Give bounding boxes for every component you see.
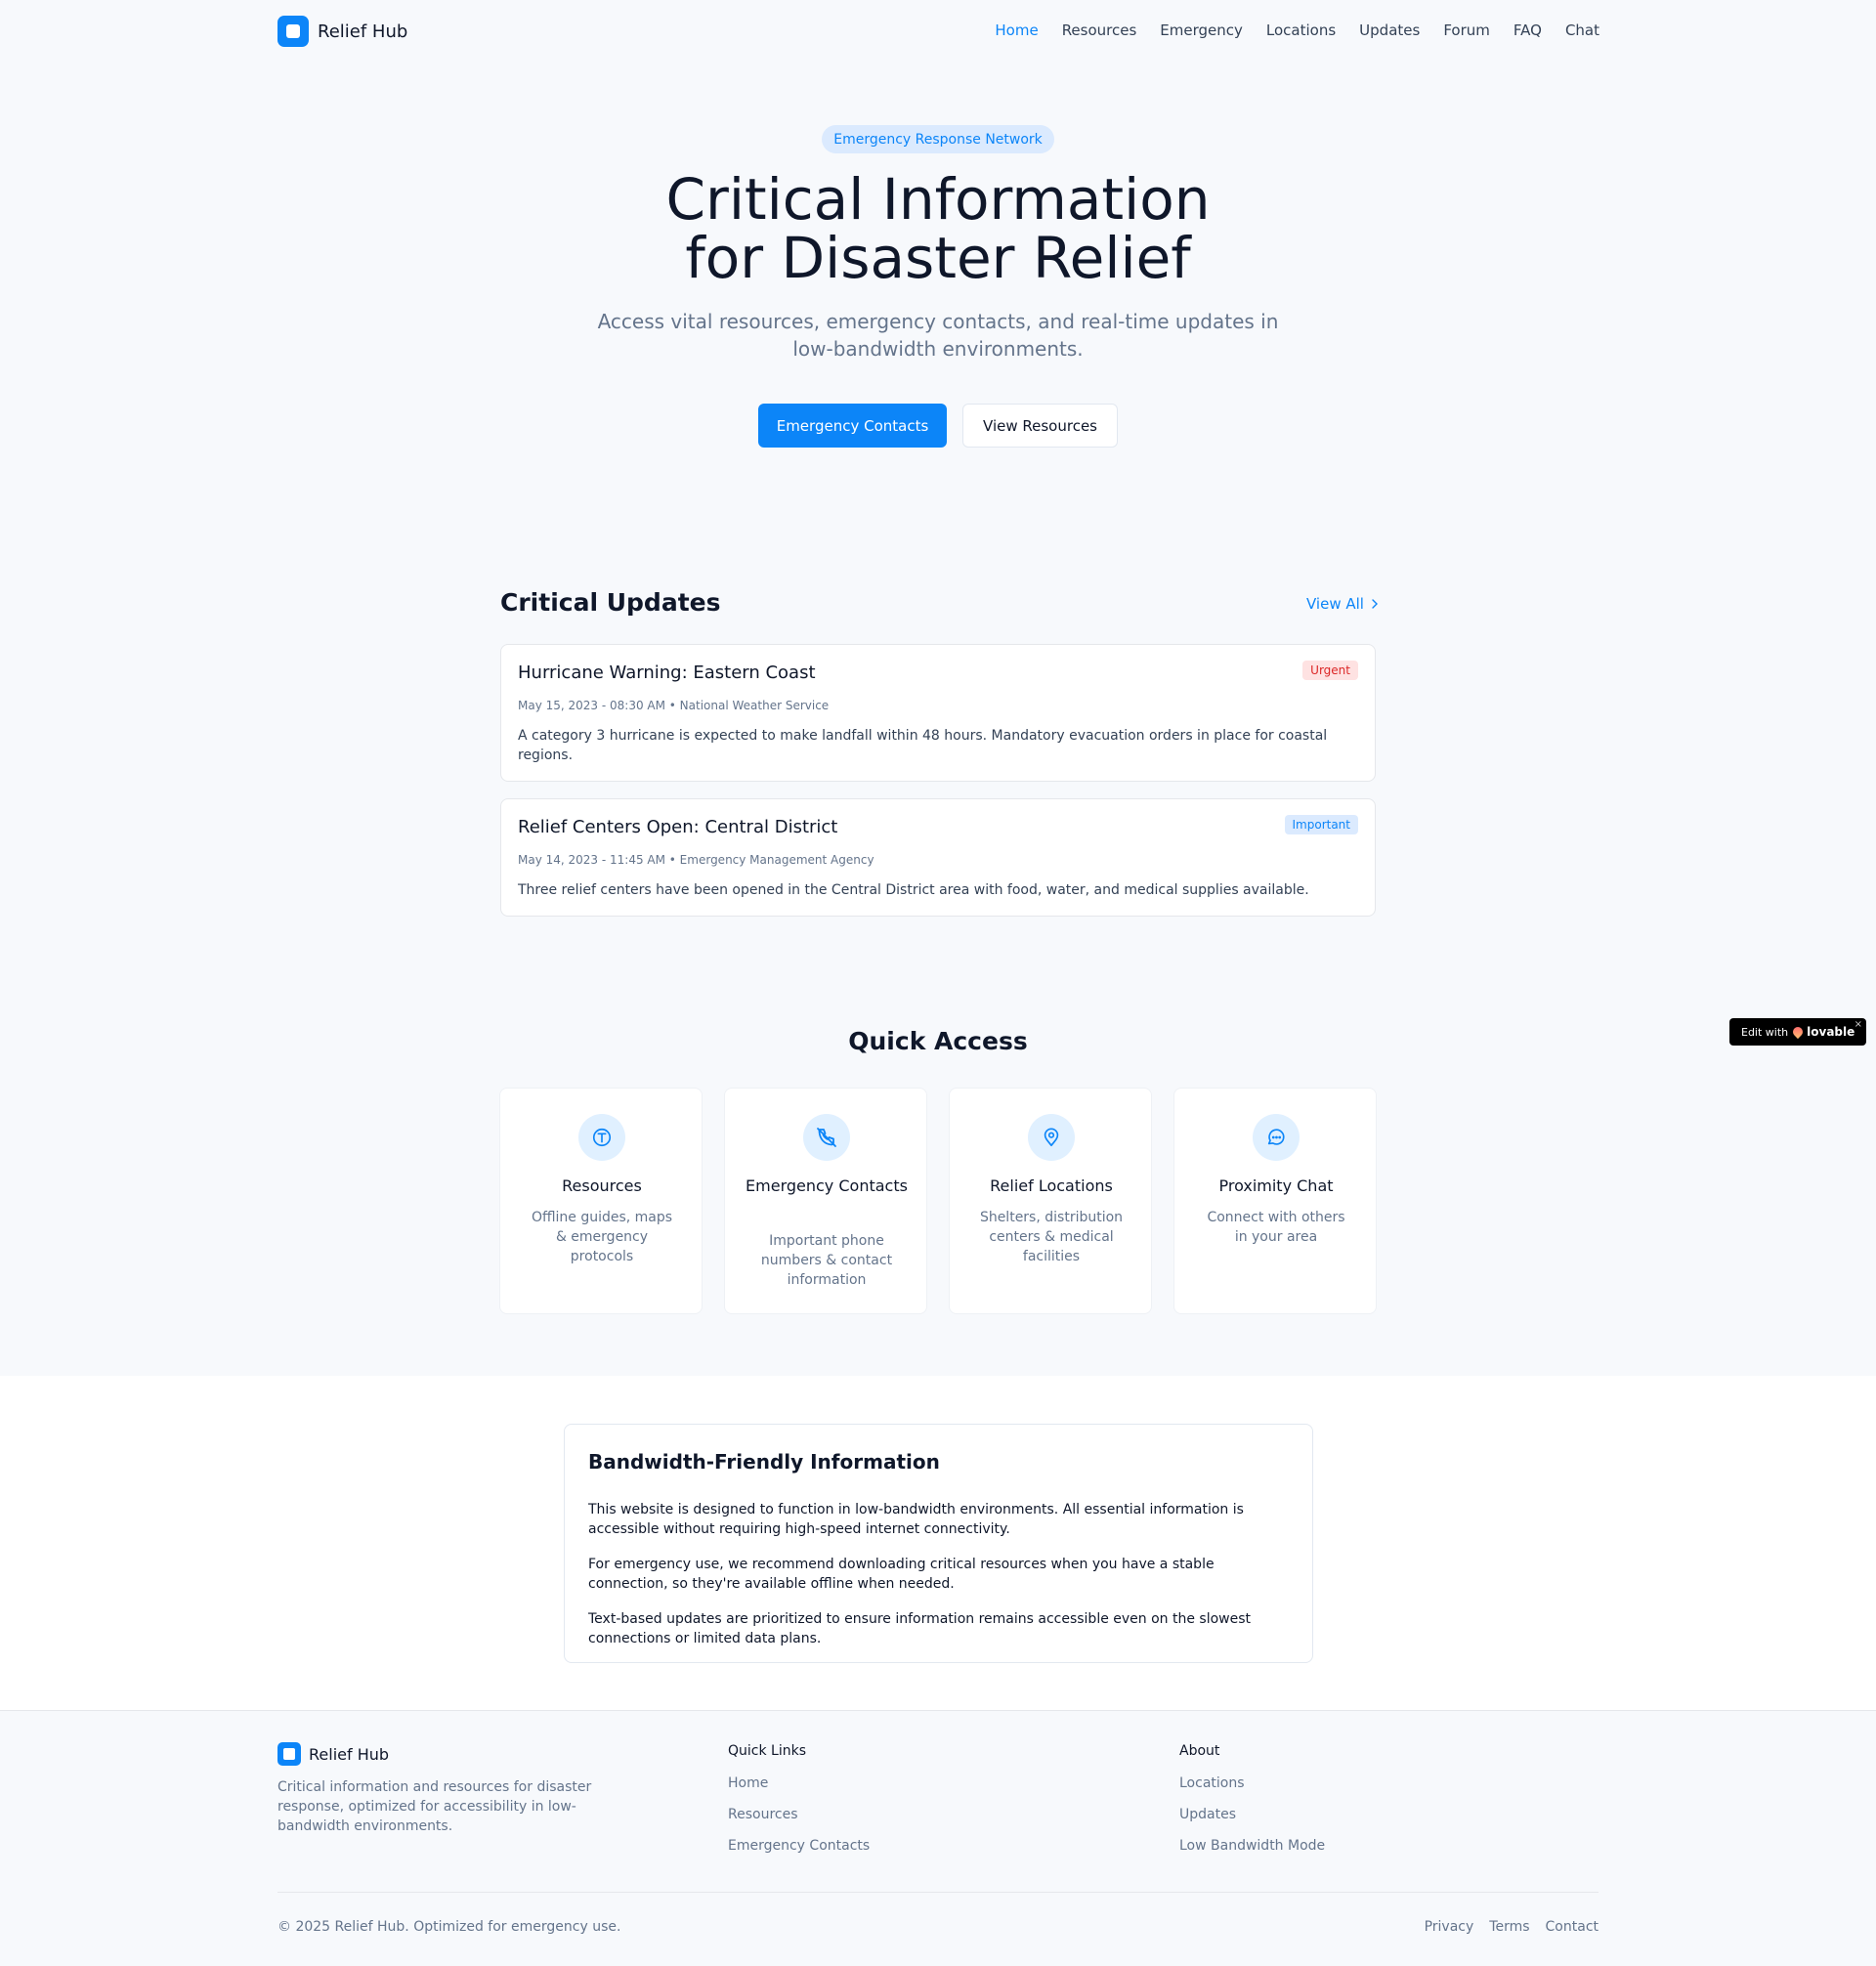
footer-copyright: © 2025 Relief Hub. Optimized for emergen…	[277, 1919, 621, 1935]
bandwidth-paragraph: This website is designed to function in …	[588, 1502, 1244, 1537]
lovable-brand: lovable	[1807, 1025, 1855, 1039]
info-book-icon	[578, 1114, 625, 1161]
quick-access-card-relief-locations[interactable]: Relief Locations Shelters, distribution …	[949, 1088, 1152, 1314]
update-meta: May 15, 2023 - 08:30 AM • National Weath…	[518, 699, 830, 712]
quick-access-card-resources[interactable]: Resources Offline guides, maps & emergen…	[499, 1088, 703, 1314]
nav-updates[interactable]: Updates	[1359, 21, 1420, 39]
heart-icon	[1791, 1024, 1806, 1040]
view-resources-button[interactable]: View Resources	[962, 404, 1118, 448]
update-card[interactable]: Relief Centers Open: Central District Im…	[500, 798, 1376, 917]
nav-forum[interactable]: Forum	[1443, 21, 1490, 39]
quick-access-card-emergency-contacts[interactable]: Emergency Contacts Important phone numbe…	[724, 1088, 927, 1314]
quick-access-card-title: Relief Locations	[990, 1176, 1113, 1195]
footer-link-home[interactable]: Home	[728, 1775, 768, 1791]
brand-name: Relief Hub	[318, 21, 408, 42]
map-pin-icon	[1028, 1114, 1075, 1161]
status-badge: Urgent	[1302, 661, 1358, 680]
footer-link-low-bandwidth-mode[interactable]: Low Bandwidth Mode	[1179, 1838, 1325, 1854]
lovable-prefix: Edit with	[1741, 1025, 1789, 1039]
bandwidth-card: Bandwidth-Friendly Information This webs…	[564, 1424, 1313, 1663]
view-all-link[interactable]: View All	[1306, 595, 1380, 613]
quick-access-card-title: Resources	[562, 1176, 642, 1195]
footer-link-terms[interactable]: Terms	[1489, 1919, 1529, 1935]
bandwidth-paragraph: Text-based updates are prioritized to en…	[588, 1611, 1252, 1646]
close-icon[interactable]: ×	[1855, 1019, 1862, 1030]
quick-access-card-desc: Offline guides, maps & emergency protoco…	[531, 1210, 673, 1264]
hero-title: Critical Information for Disaster Relief	[547, 170, 1329, 287]
quick-access-title: Quick Access	[848, 1027, 1028, 1055]
footer-link-privacy[interactable]: Privacy	[1425, 1919, 1474, 1935]
view-all-label: View All	[1306, 595, 1364, 613]
chevron-right-icon	[1372, 599, 1378, 609]
hero-badge: Emergency Response Network	[822, 125, 1054, 153]
footer-about-title: About	[1179, 1743, 1220, 1759]
footer-quick-links-title: Quick Links	[728, 1743, 807, 1759]
brand-logo[interactable]: Relief Hub	[277, 16, 407, 47]
footer-brand-logo[interactable]: Relief Hub	[277, 1742, 389, 1766]
quick-access-card-title: Emergency Contacts	[746, 1176, 908, 1195]
update-body: A category 3 hurricane is expected to ma…	[518, 728, 1328, 763]
nav-resources[interactable]: Resources	[1062, 21, 1137, 39]
site-header: Relief Hub Home Resources Emergency Loca…	[0, 0, 1876, 63]
footer-link-locations[interactable]: Locations	[1179, 1775, 1245, 1791]
nav-faq[interactable]: FAQ	[1514, 21, 1542, 39]
bandwidth-paragraph: For emergency use, we recommend download…	[588, 1557, 1215, 1592]
status-badge: Important	[1284, 815, 1358, 834]
phone-off-icon	[803, 1114, 850, 1161]
footer-divider	[277, 1892, 1599, 1893]
footer-link-contact[interactable]: Contact	[1546, 1919, 1599, 1935]
nav-chat[interactable]: Chat	[1565, 21, 1599, 39]
footer-link-resources[interactable]: Resources	[728, 1807, 798, 1822]
update-card[interactable]: Hurricane Warning: Eastern Coast Urgent …	[500, 644, 1376, 782]
nav-emergency[interactable]: Emergency	[1160, 21, 1243, 39]
quick-access-card-desc: Connect with others in your area	[1207, 1210, 1345, 1245]
logo-icon	[277, 16, 309, 47]
bandwidth-title: Bandwidth-Friendly Information	[588, 1450, 940, 1474]
nav-home[interactable]: Home	[995, 21, 1038, 39]
hero-subtitle: Access vital resources, emergency contac…	[597, 310, 1279, 361]
footer-legal-links: Privacy Terms Contact	[1425, 1919, 1599, 1935]
emergency-contacts-button[interactable]: Emergency Contacts	[758, 404, 947, 448]
footer-link-updates[interactable]: Updates	[1179, 1807, 1236, 1822]
critical-updates-title: Critical Updates	[500, 588, 721, 617]
logo-icon	[277, 1742, 301, 1766]
quick-access-card-desc: Important phone numbers & contact inform…	[760, 1233, 893, 1288]
quick-access-card-proximity-chat[interactable]: Proximity Chat Connect with others in yo…	[1173, 1088, 1377, 1314]
footer-brand-name: Relief Hub	[309, 1744, 390, 1764]
nav-locations[interactable]: Locations	[1266, 21, 1336, 39]
hero-title-line1: Critical Information	[665, 166, 1211, 233]
chat-bubble-icon	[1253, 1114, 1300, 1161]
site-footer: Relief Hub Critical information and reso…	[0, 1710, 1876, 1966]
footer-link-emergency-contacts[interactable]: Emergency Contacts	[728, 1838, 870, 1854]
hero-title-line2: for Disaster Relief	[685, 225, 1191, 291]
quick-access-card-desc: Shelters, distribution centers & medical…	[979, 1210, 1124, 1264]
update-body: Three relief centers have been opened in…	[518, 882, 1309, 898]
update-meta: May 14, 2023 - 11:45 AM • Emergency Mana…	[518, 853, 874, 867]
update-title: Relief Centers Open: Central District	[518, 817, 838, 837]
update-title: Hurricane Warning: Eastern Coast	[518, 662, 816, 683]
quick-access-card-title: Proximity Chat	[1218, 1176, 1334, 1195]
footer-description: Critical information and resources for d…	[277, 1779, 592, 1834]
edit-with-lovable-badge[interactable]: Edit with lovable ×	[1729, 1018, 1866, 1046]
main-nav: Home Resources Emergency Locations Updat…	[995, 21, 1599, 39]
